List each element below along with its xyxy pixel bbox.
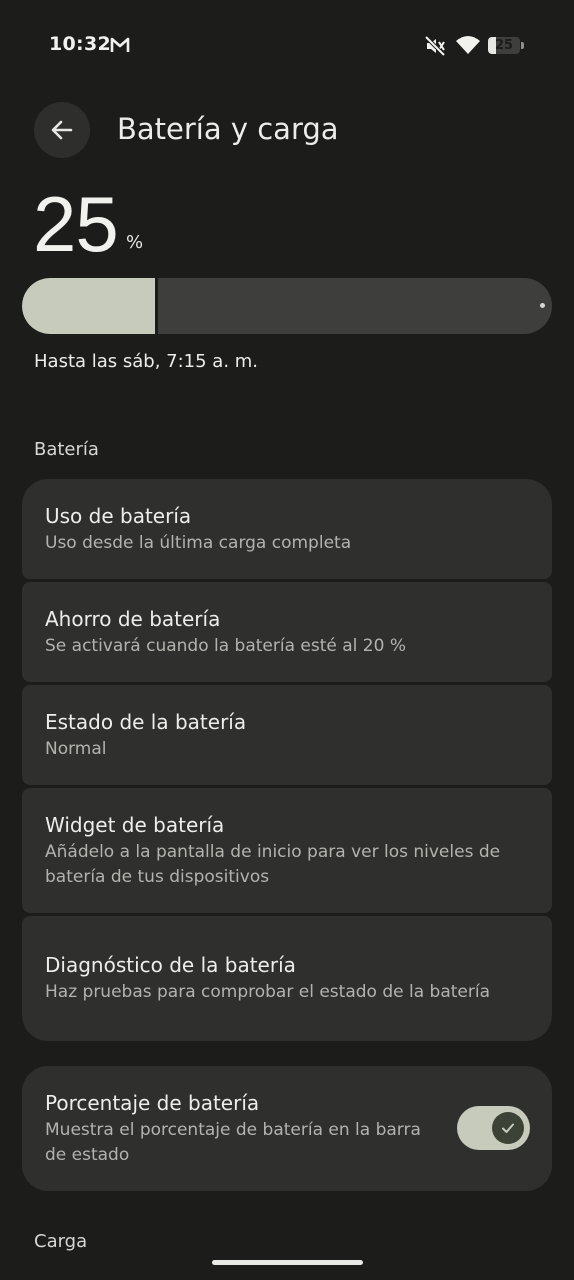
- battery-settings-list: Uso de batería Uso desde la última carga…: [22, 479, 552, 1041]
- battery-diagnostics-subtitle: Haz pruebas para comprobar el estado de …: [45, 982, 490, 1002]
- wifi-icon: [456, 36, 480, 54]
- battery-health-item[interactable]: Estado de la batería Normal: [22, 685, 552, 785]
- battery-diagnostics-item[interactable]: Diagnóstico de la batería Haz pruebas pa…: [22, 916, 552, 1041]
- battery-widget-item[interactable]: Widget de batería Añádelo a la pantalla …: [22, 788, 552, 913]
- battery-percentage-group: Porcentaje de batería Muestra el porcent…: [22, 1066, 552, 1194]
- battery-usage-title: Uso de batería: [45, 503, 192, 528]
- gmail-icon: [110, 37, 130, 52]
- battery-health-title: Estado de la batería: [45, 709, 247, 734]
- battery-usage-subtitle: Uso desde la última carga completa: [45, 532, 352, 553]
- section-header-battery: Batería: [34, 439, 99, 460]
- battery-percentage-toggle[interactable]: [457, 1106, 530, 1150]
- section-header-charging: Carga: [34, 1231, 88, 1252]
- battery-level-bar: [22, 278, 552, 334]
- battery-level-value: 25: [33, 180, 119, 268]
- battery-health-subtitle: Normal: [45, 738, 107, 759]
- battery-estimate: Hasta las sáb, 7:15 a. m.: [34, 351, 259, 372]
- toggle-thumb: [492, 1112, 524, 1144]
- battery-percentage-title: Porcentaje de batería: [45, 1090, 260, 1115]
- battery-percentage-item[interactable]: Porcentaje de batería Muestra el porcent…: [22, 1066, 552, 1191]
- battery-widget-subtitle: Añádelo a la pantalla de inicio para ver…: [45, 841, 501, 887]
- back-button[interactable]: [34, 102, 90, 158]
- battery-saver-subtitle: Se activará cuando la batería esté al 20…: [45, 635, 406, 656]
- status-battery-level: 25: [494, 38, 514, 53]
- battery-icon: 25: [488, 36, 526, 56]
- battery-level-end-dot: [540, 303, 545, 308]
- battery-level-unit: %: [126, 232, 144, 253]
- status-bar: 10:32 25: [0, 0, 574, 90]
- home-indicator[interactable]: [212, 1260, 363, 1265]
- status-time: 10:32: [49, 33, 111, 55]
- battery-usage-item[interactable]: Uso de batería Uso desde la última carga…: [22, 479, 552, 579]
- battery-widget-title: Widget de batería: [45, 812, 225, 837]
- arrow-back-icon: [51, 120, 73, 140]
- battery-diagnostics-title: Diagnóstico de la batería: [45, 953, 296, 977]
- check-icon: [502, 1123, 514, 1133]
- battery-saver-item[interactable]: Ahorro de batería Se activará cuando la …: [22, 582, 552, 682]
- battery-saver-title: Ahorro de batería: [45, 606, 221, 631]
- battery-level-fill: [22, 278, 158, 334]
- mute-icon: [424, 35, 446, 57]
- battery-percentage-subtitle: Muestra el porcentaje de batería en la b…: [45, 1119, 421, 1165]
- page-title: Batería y carga: [117, 112, 339, 146]
